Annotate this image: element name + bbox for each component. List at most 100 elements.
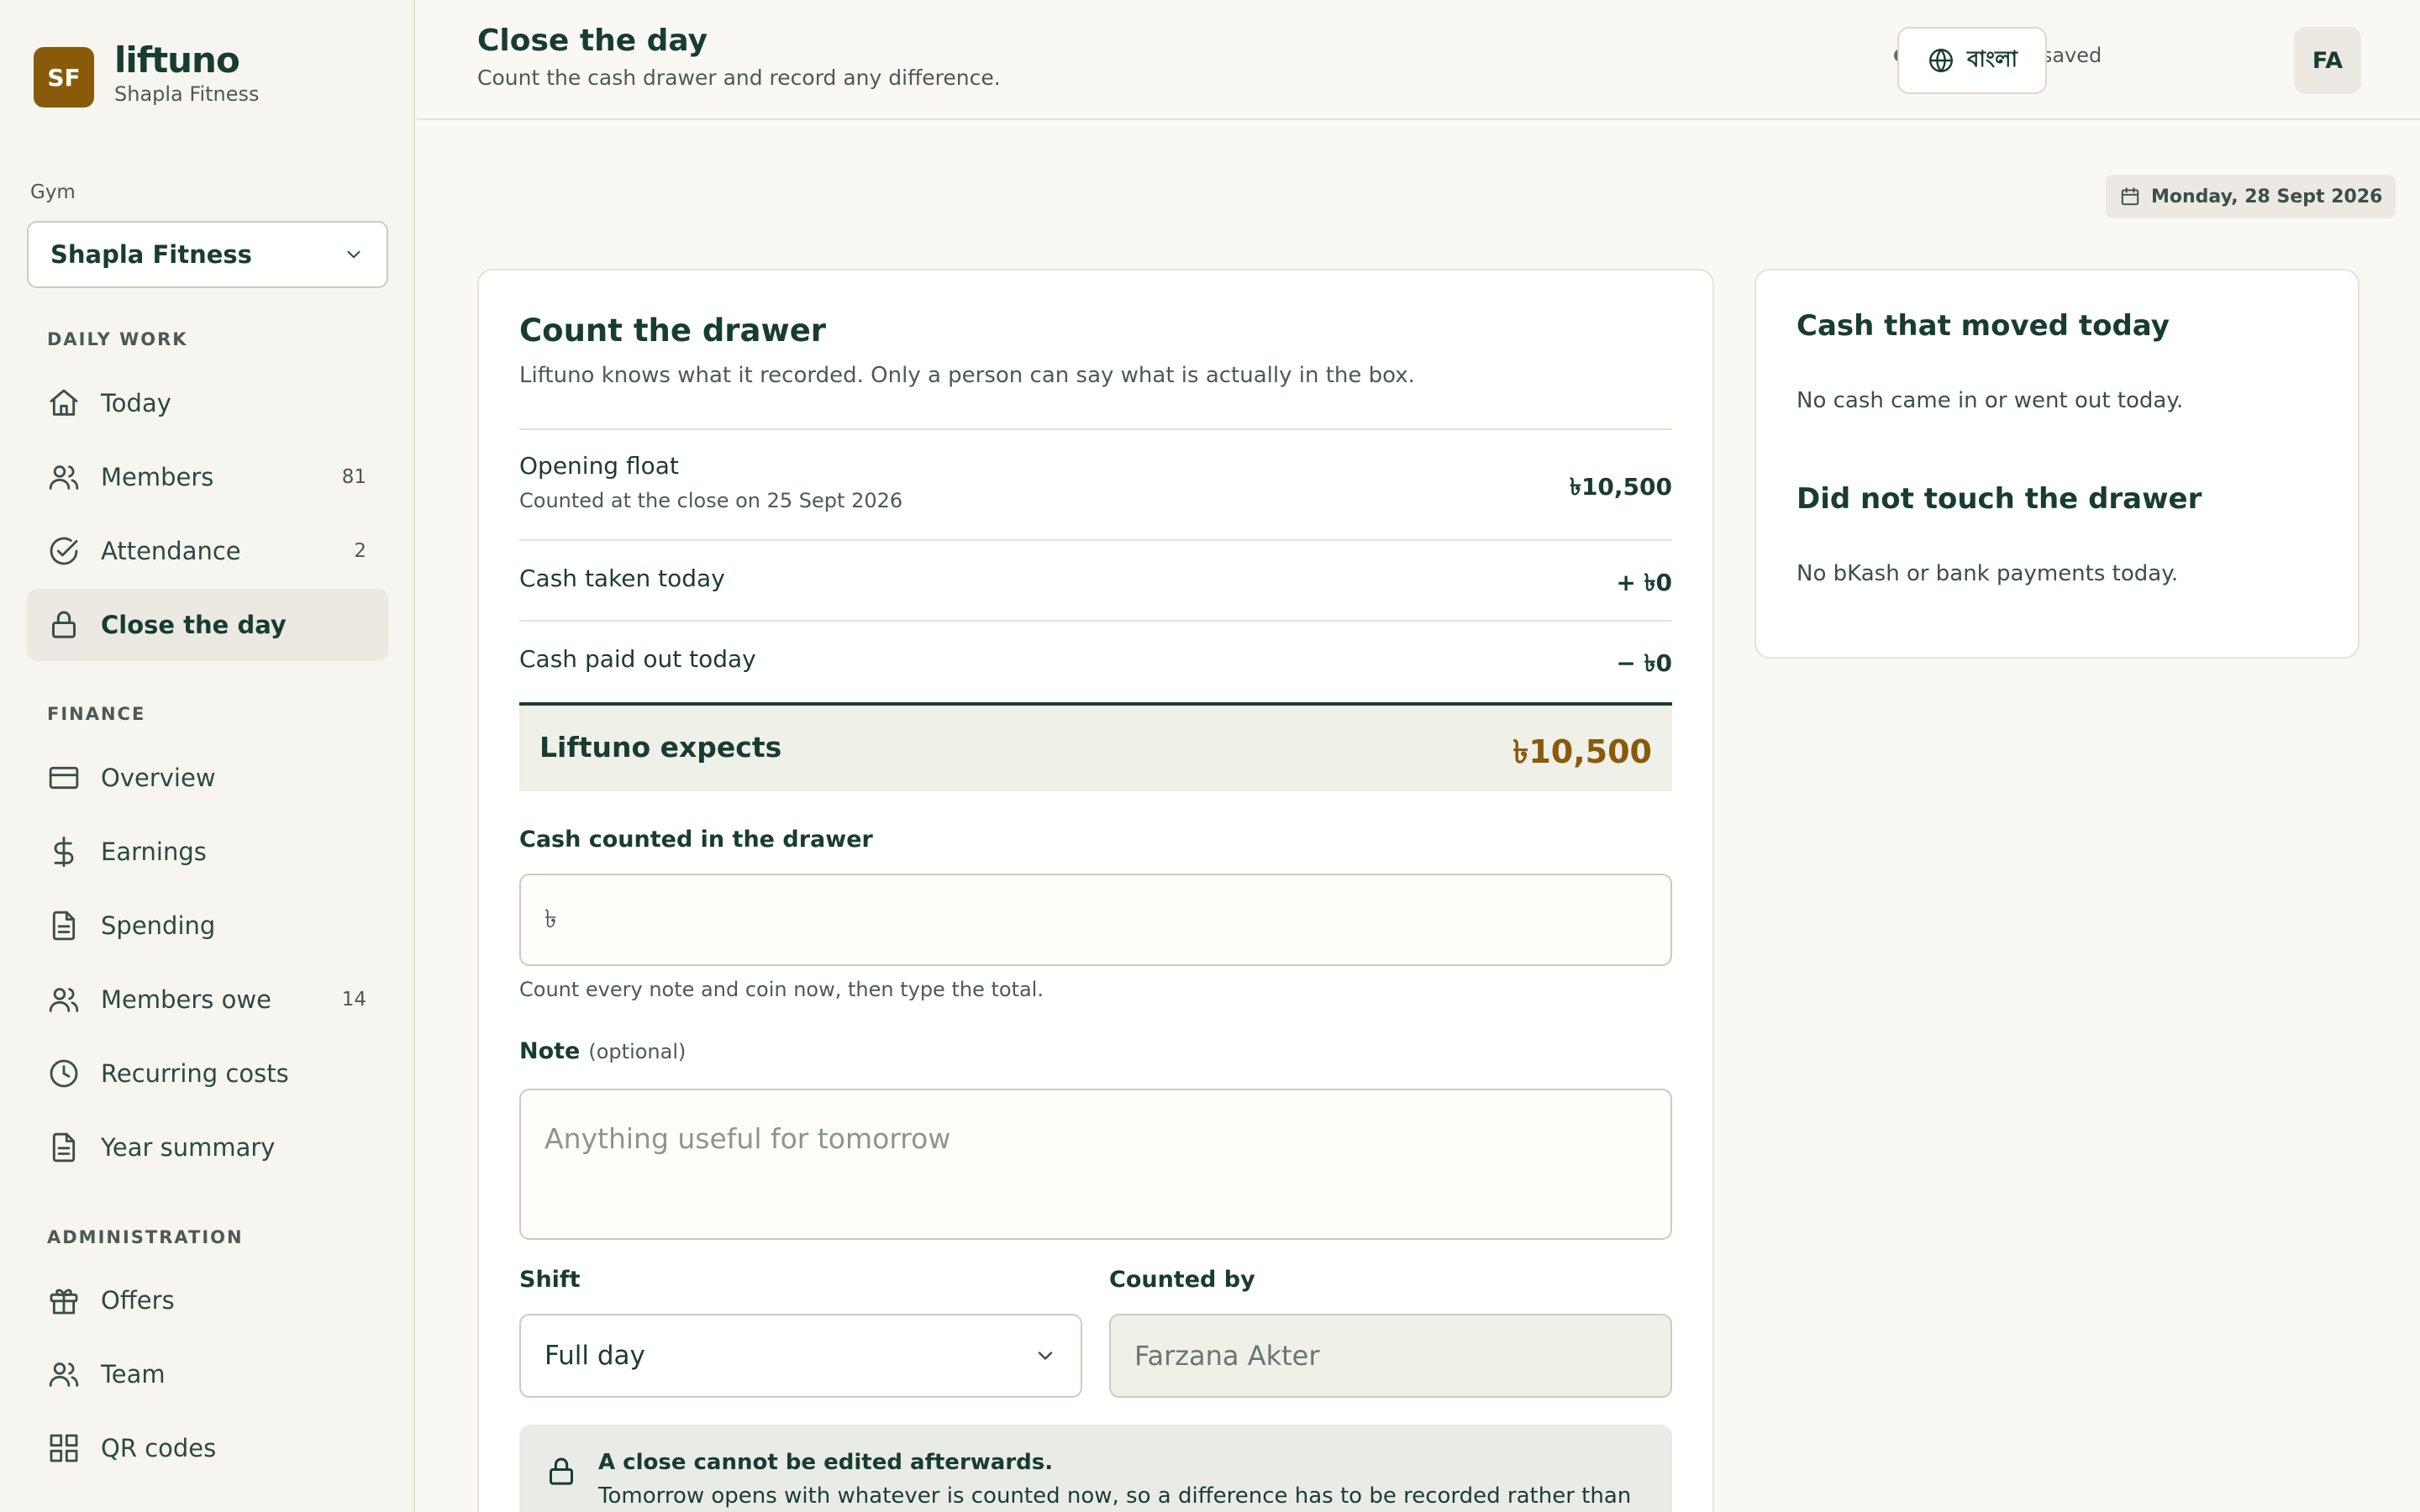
check-circle-icon: [47, 534, 81, 568]
clock-icon: [47, 1057, 81, 1090]
counted-by-value: Farzana Akter: [1134, 1340, 1320, 1372]
sidebar-item-label: Spending: [101, 911, 216, 940]
gym-select[interactable]: Shapla Fitness: [27, 221, 388, 288]
note-label-text: Note: [519, 1038, 581, 1064]
gym-label: Gym: [30, 181, 76, 203]
sidebar-item-attendance[interactable]: Attendance 2: [27, 515, 388, 587]
row-value: ৳10,500: [1570, 473, 1672, 501]
cash-moved-title: Cash that moved today: [1797, 309, 2170, 343]
sidebar: SF liftuno Shapla Fitness Gym Shapla Fit…: [0, 0, 415, 1512]
gift-icon: [47, 1284, 81, 1317]
globe-icon: [1927, 46, 1955, 75]
sidebar-item-close-the-day[interactable]: Close the day: [27, 589, 388, 661]
sidebar-item-count: 81: [341, 466, 366, 488]
warning-title: A close cannot be edited afterwards.: [598, 1450, 1054, 1475]
sidebar-item-label: QR codes: [101, 1434, 217, 1462]
calendar-icon: [2119, 186, 2151, 207]
brand-logo: SF: [34, 47, 94, 108]
sidebar-item-overview[interactable]: Overview: [27, 742, 388, 814]
sidebar-item-label: Attendance: [101, 537, 241, 565]
edit-warning: A close cannot be edited afterwards. Tom…: [519, 1425, 1672, 1512]
expected-total-value: ৳10,500: [1512, 733, 1652, 770]
language-button-label: বাংলা: [1966, 47, 2018, 72]
expected-total-label: Liftuno expects: [539, 731, 782, 764]
sidebar-item-earnings[interactable]: Earnings: [27, 816, 388, 888]
sidebar-item-count: 14: [341, 989, 366, 1011]
page-title: Close the day: [477, 24, 708, 58]
row-label: Opening float: [519, 452, 679, 480]
warning-body: Tomorrow opens with whatever is counted …: [598, 1483, 1632, 1509]
sidebar-item-label: Today: [101, 389, 171, 417]
untouched-text: No bKash or bank payments today.: [1797, 561, 2179, 586]
language-button[interactable]: বাংলা: [1897, 27, 2047, 94]
cash-counted-label: Cash counted in the drawer: [519, 827, 873, 853]
sidebar-item-members[interactable]: Members 81: [27, 441, 388, 513]
cash-paid-row: Cash paid out today − ৳0: [519, 620, 1672, 702]
date-text: Monday, 28 Sept 2026: [2151, 186, 2383, 207]
users-icon: [47, 460, 81, 494]
note-label: Note (optional): [519, 1038, 686, 1064]
sidebar-item-qr-codes[interactable]: QR codes: [27, 1412, 388, 1484]
opening-float-row: Opening float Counted at the close on 25…: [519, 428, 1672, 539]
users-icon: [47, 1357, 81, 1391]
sidebar-item-label: Offers: [101, 1286, 175, 1315]
sidebar-item-spending[interactable]: Spending: [27, 890, 388, 962]
row-label: Cash paid out today: [519, 645, 756, 673]
note-placeholder: Anything useful for tomorrow: [544, 1122, 951, 1155]
sidebar-item-label: Close the day: [101, 611, 287, 639]
avatar[interactable]: FA: [2294, 27, 2361, 94]
row-sublabel: Counted at the close on 25 Sept 2026: [519, 489, 903, 512]
sidebar-item-label: Members: [101, 463, 214, 491]
note-textarea[interactable]: Anything useful for tomorrow: [519, 1089, 1672, 1240]
sidebar-item-label: Team: [101, 1360, 166, 1389]
brand-name: liftuno: [114, 39, 240, 81]
date-badge: Monday, 28 Sept 2026: [2106, 175, 2396, 218]
users-icon: [47, 983, 81, 1016]
grid-icon: [47, 1431, 81, 1465]
page-subtitle: Count the cash drawer and record any dif…: [477, 66, 1001, 90]
sidebar-item-today[interactable]: Today: [27, 367, 388, 439]
lock-icon: [47, 608, 81, 642]
credit-card-icon: [47, 761, 81, 795]
cash-counted-hint: Count every note and coin now, then type…: [519, 978, 1044, 1001]
gym-select-value: Shapla Fitness: [50, 240, 252, 269]
shift-select-value: Full day: [544, 1341, 645, 1371]
count-drawer-card: Count the drawer Liftuno knows what it r…: [477, 269, 1714, 1512]
card-title: Count the drawer: [519, 312, 827, 349]
sidebar-item-year-summary[interactable]: Year summary: [27, 1111, 388, 1184]
sidebar-item-recurring-costs[interactable]: Recurring costs: [27, 1037, 388, 1110]
sidebar-item-team[interactable]: Team: [27, 1338, 388, 1410]
sidebar-item-offers[interactable]: Offers: [27, 1264, 388, 1336]
page-header: Close the day Count the cash drawer and …: [417, 0, 2420, 120]
document-icon: [47, 1131, 81, 1164]
cash-moved-card: Cash that moved today No cash came in or…: [1754, 269, 2360, 659]
sidebar-item-label: Year summary: [101, 1133, 276, 1162]
note-optional-text: (optional): [588, 1040, 687, 1063]
cash-counted-input[interactable]: ৳: [519, 874, 1672, 966]
brand[interactable]: SF liftuno Shapla Fitness: [34, 40, 260, 108]
counted-by-field: Farzana Akter: [1109, 1314, 1672, 1398]
row-label: Cash taken today: [519, 564, 725, 592]
dollar-icon: [47, 835, 81, 869]
expected-total: Liftuno expects ৳10,500: [519, 702, 1672, 791]
cash-moved-text: No cash came in or went out today.: [1797, 388, 2184, 413]
untouched-title: Did not touch the drawer: [1797, 482, 2202, 516]
sidebar-item-label: Recurring costs: [101, 1059, 289, 1088]
row-value: + ৳0: [1616, 569, 1672, 596]
home-icon: [47, 386, 81, 420]
nav-section-daily-work: DAILY WORK: [47, 329, 188, 349]
shift-label: Shift: [519, 1267, 581, 1293]
brand-gym-name: Shapla Fitness: [114, 82, 260, 106]
sidebar-item-count: 2: [354, 540, 366, 562]
shift-select[interactable]: Full day: [519, 1314, 1082, 1398]
sidebar-item-label: Members owe: [101, 985, 271, 1014]
chevron-down-icon: [343, 244, 365, 265]
document-icon: [47, 909, 81, 942]
sidebar-item-label: Overview: [101, 764, 216, 792]
card-subtitle: Liftuno knows what it recorded. Only a p…: [519, 363, 1415, 388]
counted-by-label: Counted by: [1109, 1267, 1255, 1293]
sidebar-item-label: Earnings: [101, 837, 207, 866]
lock-icon: [544, 1455, 578, 1488]
nav-section-administration: ADMINISTRATION: [47, 1227, 244, 1247]
sidebar-item-members-owe[interactable]: Members owe 14: [27, 963, 388, 1036]
